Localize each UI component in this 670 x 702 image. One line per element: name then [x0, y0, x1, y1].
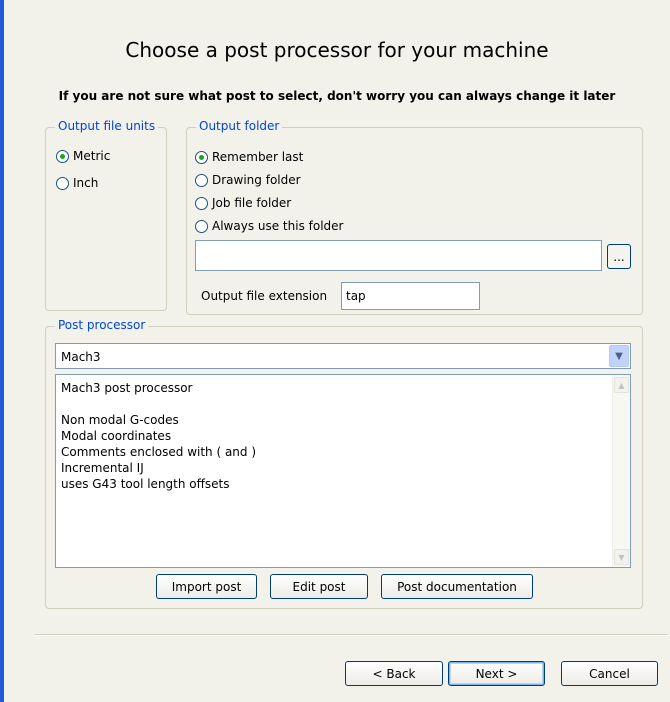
- page-subtitle: If you are not sure what post to select,…: [58, 89, 616, 103]
- import-post-button[interactable]: Import post: [156, 574, 257, 599]
- post-description-line: Comments enclosed with ( and ): [61, 445, 257, 459]
- units-inch-radio[interactable]: Inch: [56, 176, 98, 190]
- post-description-line: Mach3 post processor: [61, 381, 193, 395]
- post-description-line: Incremental IJ: [61, 461, 144, 475]
- radio-button-icon[interactable]: [195, 196, 208, 210]
- cancel-button[interactable]: Cancel: [561, 661, 658, 686]
- output-folder-group-title: Output folder: [196, 119, 283, 133]
- folder-drawing-label: Drawing folder: [212, 173, 301, 187]
- folder-always-use-label: Always use this folder: [212, 219, 344, 233]
- radio-button-icon[interactable]: [56, 176, 69, 190]
- next-button[interactable]: Next >: [448, 661, 545, 686]
- page-title: Choose a post processor for your machine: [125, 38, 549, 62]
- footer-separator: [35, 634, 668, 636]
- post-description-line: uses G43 tool length offsets: [61, 477, 230, 491]
- radio-button-icon[interactable]: [56, 149, 69, 163]
- units-metric-label: Metric: [73, 149, 111, 163]
- description-scrollbar[interactable]: ▲ ▼: [612, 375, 630, 567]
- output-extension-input[interactable]: tap: [341, 282, 480, 310]
- post-description-textarea[interactable]: Mach3 post processor Non modal G-codes M…: [55, 374, 631, 568]
- radio-button-icon[interactable]: [195, 173, 208, 187]
- scroll-down-icon[interactable]: ▼: [614, 549, 629, 565]
- post-description-line: Non modal G-codes: [61, 413, 179, 427]
- radio-button-icon[interactable]: [195, 219, 208, 233]
- output-extension-label: Output file extension: [201, 289, 328, 303]
- post-description-line: [61, 396, 608, 412]
- back-button[interactable]: < Back: [345, 661, 443, 686]
- scroll-up-icon[interactable]: ▲: [614, 377, 629, 393]
- folder-remember-last-radio[interactable]: Remember last: [195, 150, 303, 164]
- wizard-dialog: Choose a post processor for your machine…: [4, 0, 670, 702]
- folder-drawing-radio[interactable]: Drawing folder: [195, 173, 301, 187]
- folder-job-file-label: Job file folder: [212, 196, 292, 210]
- output-folder-path-input[interactable]: [195, 240, 602, 271]
- folder-always-use-radio[interactable]: Always use this folder: [195, 219, 343, 233]
- folder-job-file-radio[interactable]: Job file folder: [195, 196, 291, 210]
- post-processor-select[interactable]: Mach3 ▼: [55, 343, 631, 369]
- units-metric-radio[interactable]: Metric: [56, 149, 110, 163]
- chevron-down-icon[interactable]: ▼: [609, 345, 629, 367]
- edit-post-button[interactable]: Edit post: [270, 574, 368, 599]
- post-documentation-button[interactable]: Post documentation: [381, 574, 533, 599]
- post-description-line: Modal coordinates: [61, 429, 172, 443]
- post-processor-group-title: Post processor: [55, 318, 149, 332]
- folder-remember-last-label: Remember last: [212, 150, 304, 164]
- units-inch-label: Inch: [73, 176, 99, 190]
- post-processor-selected-value: Mach3: [61, 350, 101, 364]
- browse-folder-button[interactable]: ...: [607, 244, 631, 269]
- output-units-group-title: Output file units: [55, 119, 159, 133]
- radio-button-icon[interactable]: [195, 150, 208, 164]
